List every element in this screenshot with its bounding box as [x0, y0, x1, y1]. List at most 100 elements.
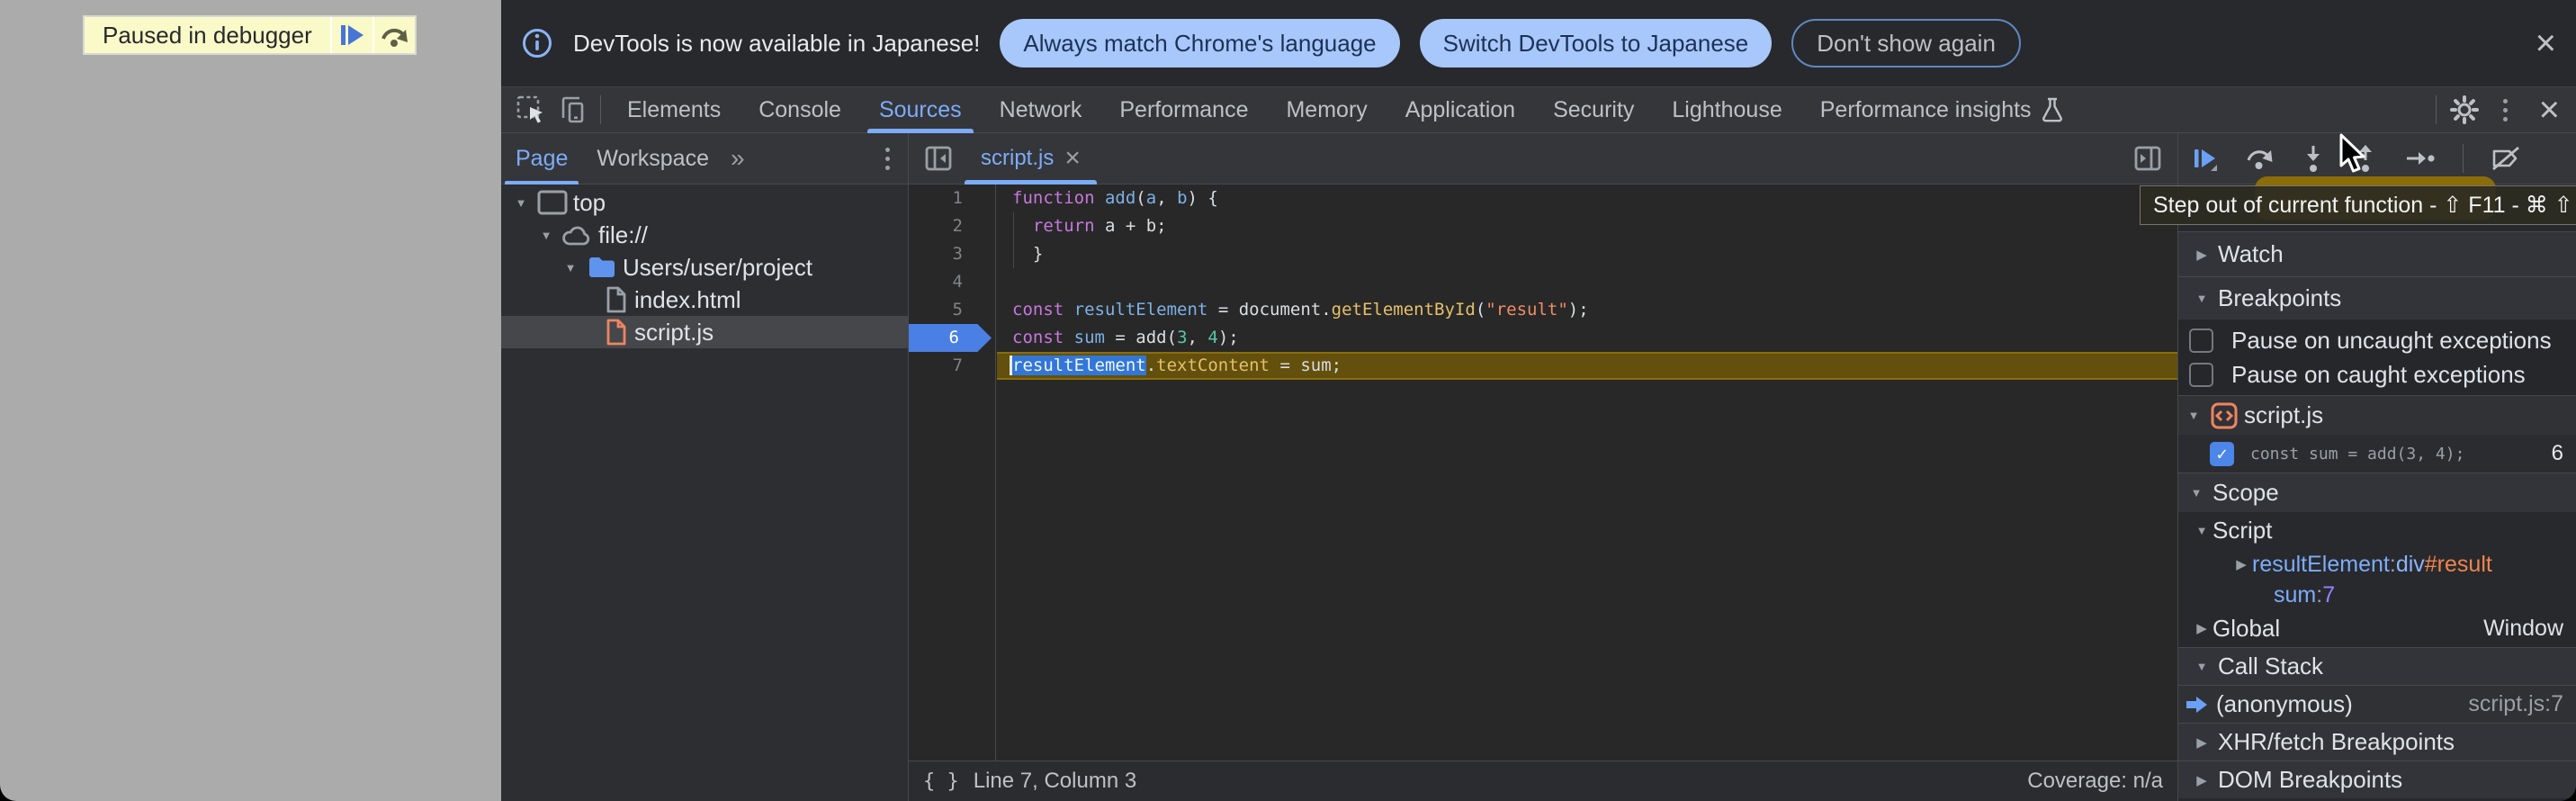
kebab-menu-icon[interactable] — [2485, 92, 2527, 128]
code-line-1[interactable]: function add(a, b) { — [997, 184, 2177, 212]
tab-memory[interactable]: Memory — [1267, 87, 1386, 133]
tab-security[interactable]: Security — [1534, 87, 1653, 133]
checkbox-unchecked[interactable] — [2189, 328, 2213, 353]
scope-var-sum: sum: 7 — [2178, 580, 2576, 609]
coverage-label: Coverage: n/a — [2027, 769, 2163, 794]
paused-in-debugger-banner: Paused in debugger — [83, 15, 417, 55]
line-number-6[interactable]: 6 — [909, 324, 992, 352]
section-xhr-breakpoints[interactable]: ▶ XHR/fetch Breakpoints — [2178, 723, 2576, 760]
cloud-icon — [557, 223, 598, 247]
frame-icon — [532, 190, 573, 215]
section-scope[interactable]: ▼ Scope — [2178, 472, 2576, 512]
global-value: Window — [2483, 616, 2563, 642]
panel-left-icon[interactable] — [918, 140, 959, 176]
inspect-element-icon[interactable] — [510, 92, 552, 128]
line-number-1[interactable]: 1 — [909, 184, 995, 212]
step-over-icon[interactable] — [2245, 145, 2274, 172]
code-line-7[interactable]: resultElement.textContent = sum; — [997, 352, 2177, 380]
flask-icon — [2041, 97, 2064, 122]
gear-icon[interactable] — [2444, 92, 2485, 128]
section-dom-breakpoints[interactable]: ▶ DOM Breakpoints — [2178, 760, 2576, 798]
section-watch[interactable]: ▶ Watch — [2178, 231, 2576, 276]
scope-global-row[interactable]: ▶ Global Window — [2178, 609, 2576, 647]
navigator-tab-page[interactable]: Page — [501, 133, 582, 184]
section-call-stack[interactable]: ▼ Call Stack — [2178, 647, 2576, 685]
devtools-close-icon[interactable]: × — [2539, 92, 2560, 128]
device-toolbar-icon[interactable] — [552, 92, 593, 128]
call-stack-frame[interactable]: (anonymous) script.js:7 — [2178, 685, 2576, 723]
step-icon[interactable] — [2405, 146, 2436, 171]
code-line-3[interactable]: } — [997, 240, 2177, 268]
pause-caught-row[interactable]: Pause on caught exceptions — [2178, 357, 2576, 392]
tab-performance-insights[interactable]: Performance insights — [1801, 87, 2083, 133]
tree-item-index-html[interactable]: index.html — [501, 284, 908, 316]
breakpoint-file-group[interactable]: ▼ script.js — [2178, 395, 2576, 435]
chevron-down-icon[interactable]: ▼ — [510, 196, 532, 210]
chevron-down-icon: ▼ — [2183, 409, 2204, 422]
pretty-print-icon[interactable]: { } — [923, 770, 959, 793]
code-line-2[interactable]: return a + b; — [997, 212, 2177, 240]
pause-uncaught-row[interactable]: Pause on uncaught exceptions — [2178, 323, 2576, 357]
dont-show-again-button[interactable]: Don't show again — [1791, 19, 2021, 68]
tab-performance[interactable]: Performance — [1100, 87, 1267, 133]
switch-to-japanese-button[interactable]: Switch DevTools to Japanese — [1420, 19, 1773, 68]
folder-icon — [581, 256, 623, 279]
tree-item-file-protocol[interactable]: ▼ file:// — [501, 219, 908, 251]
tree-item-project-folder[interactable]: ▼ Users/user/project — [501, 251, 908, 284]
pause-options: Pause on uncaught exceptions Pause on ca… — [2178, 320, 2576, 395]
scope-var-resultelement[interactable]: ▶ resultElement: div#result — [2178, 548, 2576, 580]
navigator-tab-workspace[interactable]: Workspace — [582, 133, 723, 184]
chevron-right-icon: ▶ — [2230, 556, 2252, 572]
step-out-tooltip: Step out of current function - ⇧ F11 - ⌘… — [2140, 185, 2576, 225]
navigator-pane: Page Workspace » ▼ top ▼ — [501, 133, 909, 801]
scope-script-row[interactable]: ▼ Script — [2178, 512, 2576, 548]
line-number-7[interactable]: 7 — [909, 352, 995, 380]
info-icon — [521, 27, 553, 59]
code-line-4[interactable] — [997, 268, 2177, 296]
resume-script-icon[interactable] — [2191, 145, 2218, 172]
mouse-cursor — [2338, 133, 2372, 176]
chevron-down-icon[interactable]: ▼ — [535, 229, 557, 242]
code-editor[interactable]: 1234567 function add(a, b) { return a + … — [909, 184, 2177, 760]
line-number-4[interactable]: 4 — [909, 268, 995, 296]
more-tabs-icon[interactable]: » — [723, 144, 752, 173]
file-tree: ▼ top ▼ file:// ▼ — [501, 184, 908, 801]
debugger-sidebar: ▶ Watch ▼ Breakpoints Pause on uncaught … — [2177, 133, 2576, 801]
close-icon[interactable]: × — [1064, 143, 1081, 174]
line-number-2[interactable]: 2 — [909, 212, 995, 240]
tree-item-top[interactable]: ▼ top — [501, 186, 908, 219]
navigator-kebab-icon[interactable] — [880, 142, 895, 176]
step-into-icon[interactable] — [2301, 144, 2326, 173]
infobar-message: DevTools is now available in Japanese! — [573, 30, 980, 58]
tab-application[interactable]: Application — [1387, 87, 1534, 133]
resume-script-button[interactable] — [330, 17, 372, 53]
checkbox-unchecked[interactable] — [2189, 363, 2213, 387]
editor-tab-script-js[interactable]: script.js × — [965, 133, 1097, 184]
deactivate-breakpoints-icon[interactable] — [2491, 145, 2521, 172]
chevron-right-icon: ▶ — [2193, 772, 2211, 788]
resume-icon — [338, 22, 365, 48]
editor-tab-strip: script.js × — [909, 133, 2177, 184]
chevron-down-icon: ▼ — [2191, 524, 2212, 537]
code-line-6[interactable]: const sum = add(3, 4); — [997, 324, 2177, 352]
devtools-panel: DevTools is now available in Japanese! A… — [501, 0, 2576, 801]
panel-right-icon[interactable] — [2127, 140, 2168, 176]
tab-console[interactable]: Console — [740, 87, 860, 133]
breakpoint-entry[interactable]: ✓ const sum = add(3, 4); 6 — [2178, 435, 2576, 472]
chevron-down-icon[interactable]: ▼ — [560, 261, 581, 274]
infobar-close-icon[interactable]: × — [2536, 25, 2556, 61]
always-match-language-button[interactable]: Always match Chrome's language — [1000, 19, 1399, 68]
editor-pane: script.js × 1234567 function add(a, b) {… — [909, 133, 2177, 801]
code-lines: function add(a, b) { return a + b; } cons… — [997, 184, 2177, 380]
checkbox-checked[interactable]: ✓ — [2210, 442, 2234, 466]
step-over-button-banner[interactable] — [372, 17, 415, 53]
tab-lighthouse[interactable]: Lighthouse — [1653, 87, 1800, 133]
tree-item-script-js[interactable]: script.js — [501, 316, 908, 348]
section-breakpoints[interactable]: ▼ Breakpoints — [2178, 276, 2576, 320]
code-line-5[interactable]: const resultElement = document.getElemen… — [997, 296, 2177, 324]
line-number-3[interactable]: 3 — [909, 240, 995, 268]
tab-sources[interactable]: Sources — [860, 87, 981, 133]
tab-elements[interactable]: Elements — [608, 87, 740, 133]
tab-network[interactable]: Network — [981, 87, 1101, 133]
line-number-5[interactable]: 5 — [909, 296, 995, 324]
